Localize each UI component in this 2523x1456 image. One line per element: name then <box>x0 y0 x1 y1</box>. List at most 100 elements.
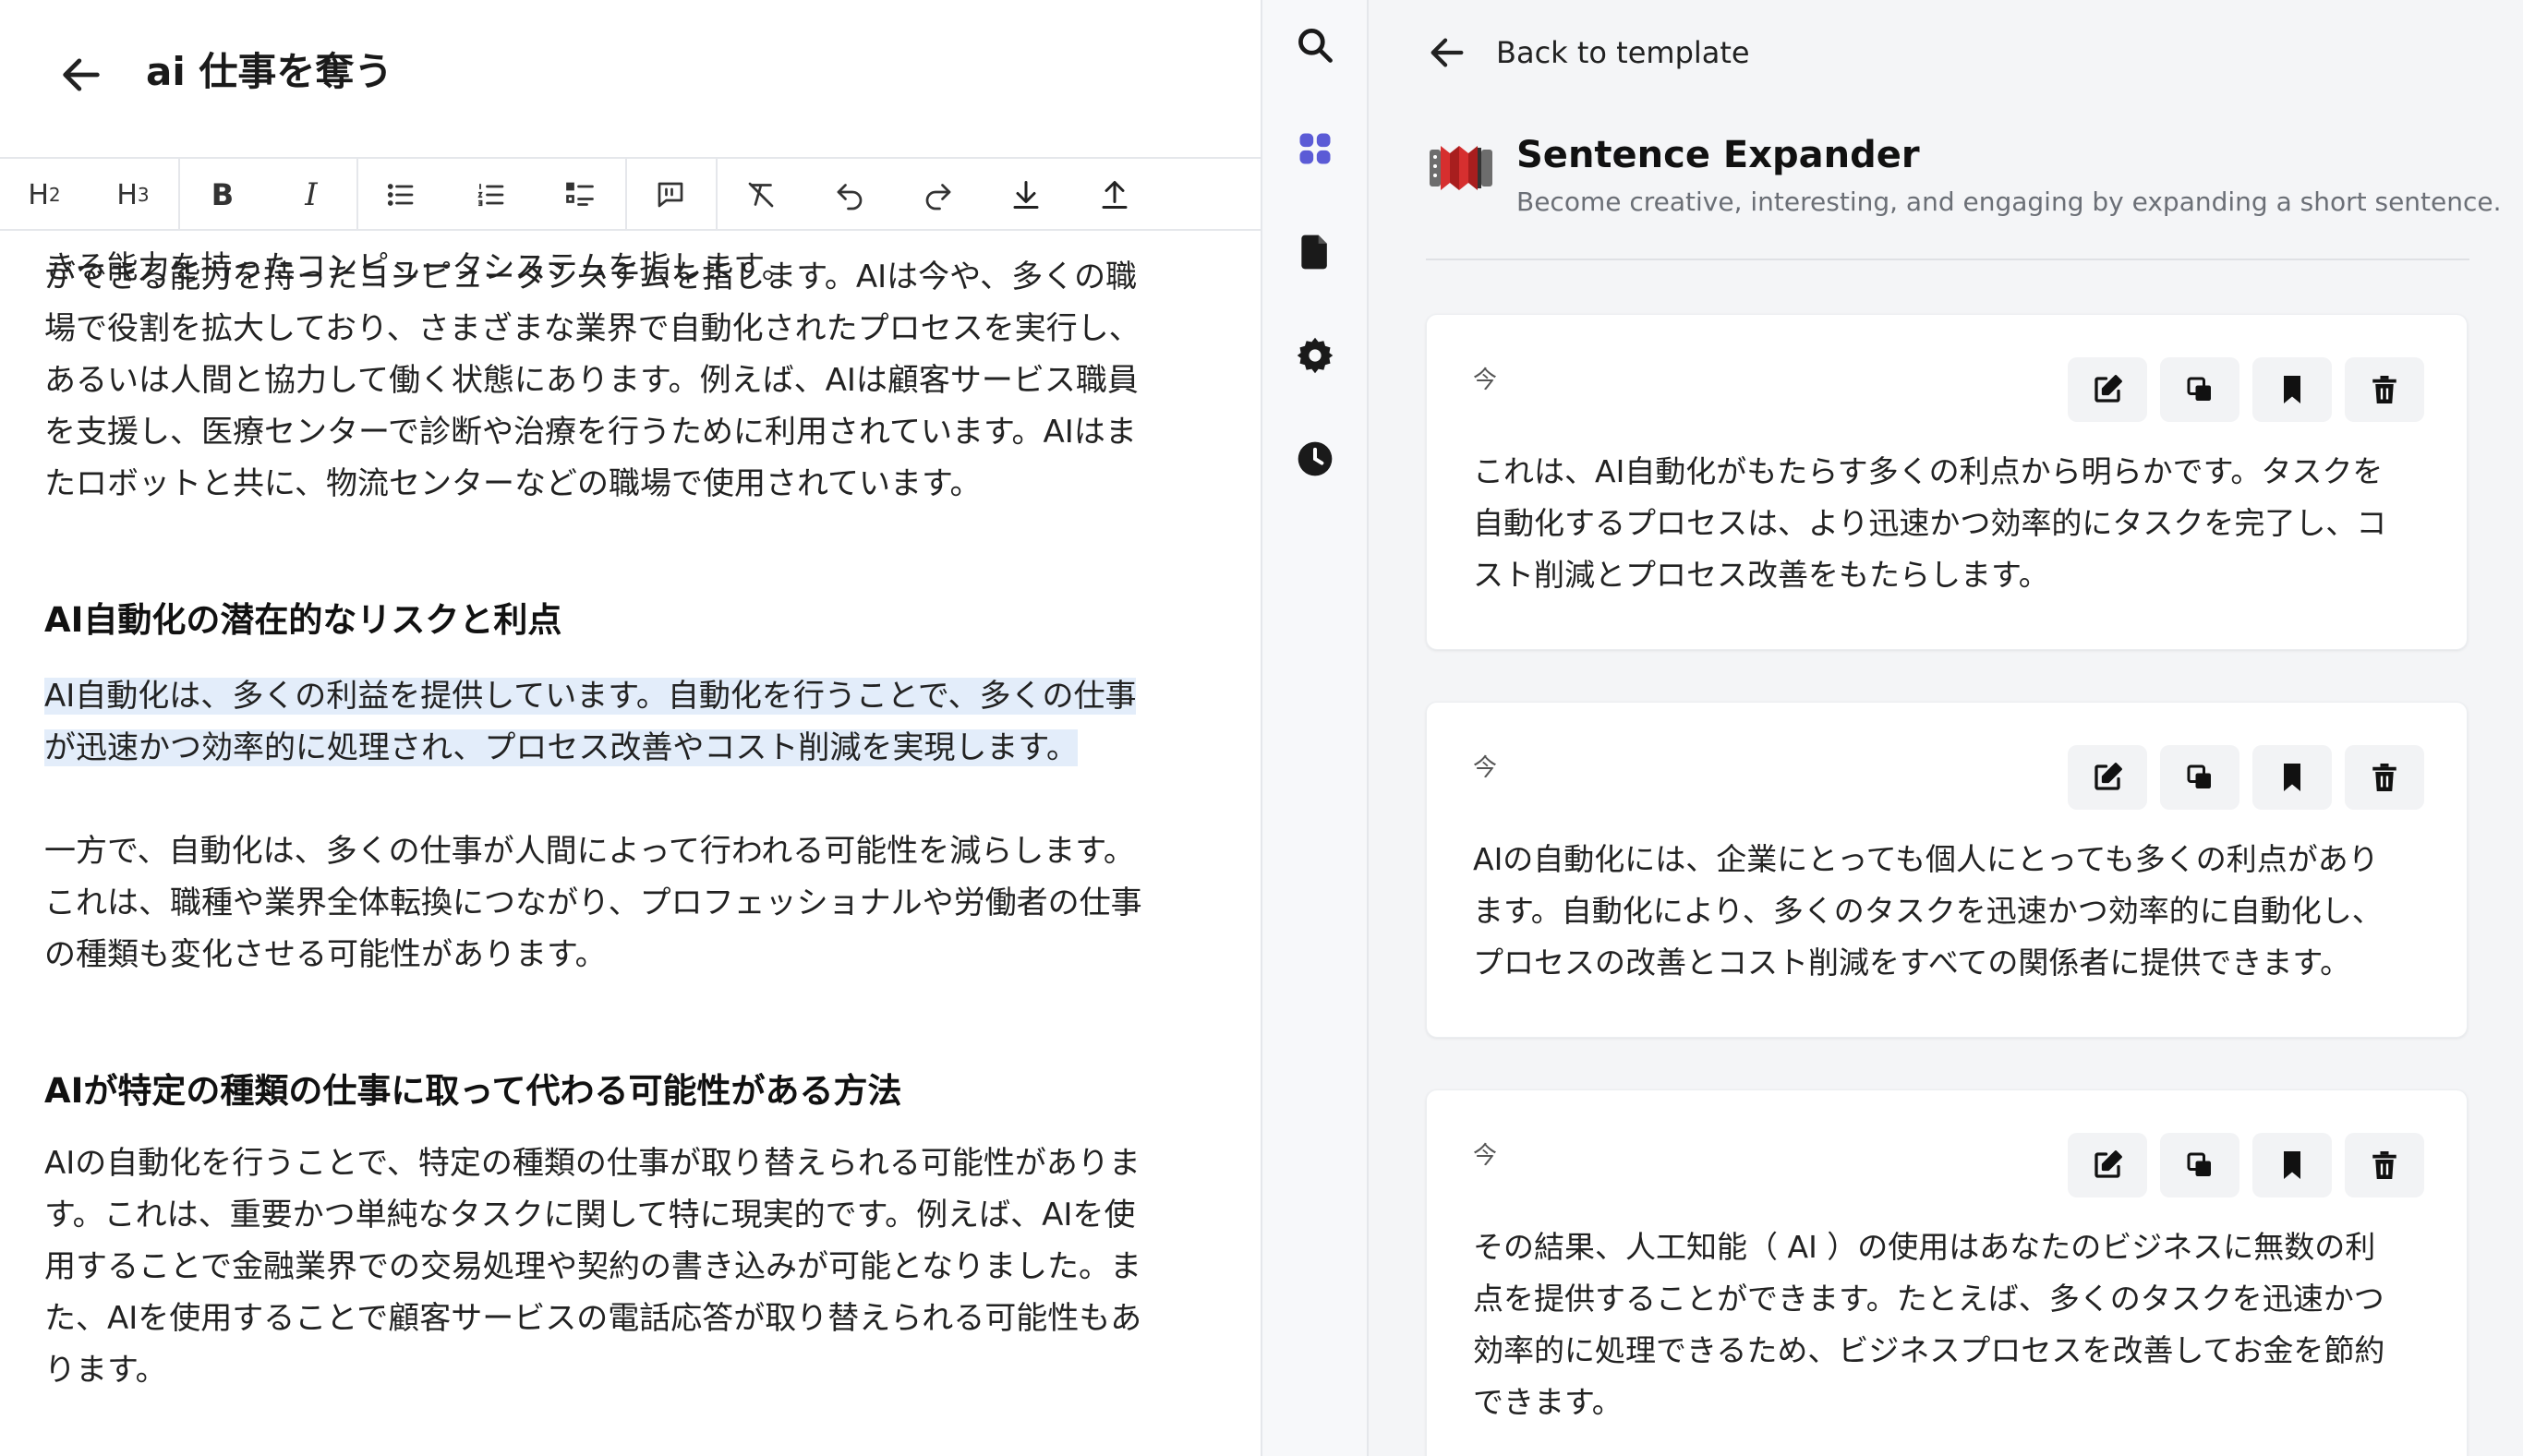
result-text[interactable]: これは、AI自動化がもたらす多くの利点から明らかです。タスクを 自動化するプロセ… <box>1473 446 2424 601</box>
comment-button[interactable] <box>635 168 706 222</box>
edit-button[interactable] <box>2068 745 2147 810</box>
text-line: できます。 <box>1473 1384 1623 1420</box>
text-line: たロボットと共に、物流センターなどの職場で使用されています。 <box>44 465 982 502</box>
copy-button[interactable] <box>2160 357 2239 422</box>
numbered-list-button[interactable] <box>456 168 526 222</box>
text-line: ができる能力を持ったコンピュータシステムを指します。AIは今や、多くの職 <box>44 259 1138 295</box>
history-button[interactable] <box>1292 436 1338 482</box>
text-line: プロセスの改善とコスト削減をすべての関係者に提供できます。 <box>1473 945 2351 981</box>
heading-3-label: H <box>116 178 138 211</box>
bullet-list-icon <box>387 184 414 206</box>
comment-icon <box>658 182 683 208</box>
result-timestamp: 今 <box>1473 1142 1498 1170</box>
trash-icon <box>2372 376 2396 403</box>
heading-3-button[interactable]: H3 <box>98 168 168 222</box>
bold-label: B <box>211 177 235 212</box>
back-arrow-icon[interactable] <box>57 51 105 99</box>
text-line: を支援し、医療センターで診断や治療を行うために利用されています。AIはま <box>44 414 1137 451</box>
text-line: 場で役割を拡大しており、さまざまな業界で自動化されたプロセスを実行し、 <box>44 310 1141 347</box>
upload-button[interactable] <box>1080 168 1150 222</box>
result-timestamp: 今 <box>1473 754 1498 782</box>
template-title: Sentence Expander <box>1516 134 1920 176</box>
bookmark-button[interactable] <box>2252 1133 2332 1197</box>
text-line: す。これは、重要かつ単純なタスクに関して特に現実的です。例えば、AIを使 <box>44 1197 1136 1233</box>
delete-button[interactable] <box>2345 745 2424 810</box>
formatting-toolbar: H2 H3 B I <box>0 157 1261 231</box>
edit-icon <box>2094 1150 2122 1178</box>
text-line: た、AIを使用することで顧客サービスの電話応答が取り替えられる可能性もあ <box>44 1300 1142 1337</box>
back-arrow-icon <box>1431 38 1464 67</box>
italic-label: I <box>305 176 318 213</box>
upload-icon <box>1102 181 1128 209</box>
toolbar-divider <box>178 159 180 231</box>
bookmark-button[interactable] <box>2252 745 2332 810</box>
undo-button[interactable] <box>815 168 885 222</box>
result-card: 今 これは、AI自動化がもたらす多くの利点から明らかです。タスクを 自動化するプ… <box>1426 314 2468 650</box>
text-line: AIの自動化には、企業にとっても個人にとっても多くの利点があり <box>1473 841 2379 877</box>
numbered-list-icon <box>477 183 504 207</box>
trash-icon <box>2372 1151 2396 1179</box>
paragraph-intro[interactable]: ができる能力を持ったコンピュータシステムを指します。AIは今や、多くの職 場で役… <box>44 251 1217 510</box>
paragraph-benefits-selected[interactable]: AI自動化は、多くの利益を提供しています。自動化を行うことで、多くの仕事 が迅速… <box>44 670 1217 774</box>
delete-button[interactable] <box>2345 357 2424 422</box>
text-line: 自動化するプロセスは、より迅速かつ効率的にタスクを完了し、コ <box>1473 505 2387 541</box>
checklist-icon <box>566 182 594 206</box>
trash-icon <box>2372 764 2396 791</box>
history-icon <box>1298 441 1333 476</box>
result-card: 今 AIの自動化には、企業にとっても個人にとっても多くの利点があり ます。自動化… <box>1426 702 2468 1038</box>
heading-risks-benefits[interactable]: AI自動化の潜在的なリスクと利点 <box>44 595 1217 646</box>
redo-button[interactable] <box>903 168 973 222</box>
clear-format-button[interactable] <box>726 168 796 222</box>
italic-button[interactable]: I <box>276 168 346 222</box>
text-line: スト削減とプロセス改善をもたらします。 <box>1473 557 2049 593</box>
edit-icon <box>2094 375 2122 403</box>
copy-icon <box>2187 1152 2211 1176</box>
selected-text-line: が迅速かつ効率的に処理され、プロセス改善やコスト削減を実現します。 <box>44 729 1078 766</box>
editor-content[interactable]: 人工知能（AI）は、コンピュータプログラムを使用して決定や判断を行うことができる… <box>0 198 1261 1456</box>
text-line: 点を提供することができます。たとえば、多くのタスクを迅速かつ <box>1473 1281 2384 1317</box>
heading-replace-jobs[interactable]: AIが特定の種類の仕事に取って代わる可能性がある方法 <box>44 1065 1217 1117</box>
edit-button[interactable] <box>2068 357 2147 422</box>
divider <box>1426 259 2469 260</box>
heading-2-sub: 2 <box>48 184 61 206</box>
bookmark-icon <box>2284 376 2300 403</box>
template-panel: Back to template Sentence Expander Becom… <box>1369 0 2523 1456</box>
search-button[interactable] <box>1292 22 1338 68</box>
apps-icon <box>1299 133 1331 164</box>
text-line: これは、AI自動化がもたらす多くの利点から明らかです。タスクを <box>1473 453 2384 489</box>
copy-button[interactable] <box>2160 745 2239 810</box>
editor-header: ai 仕事を奪う <box>0 0 1261 157</box>
documents-button[interactable] <box>1292 229 1338 275</box>
text-line: 一方で、自動化は、多くの仕事が人間によって行われる可能性を減らします。 <box>44 833 1135 870</box>
delete-button[interactable] <box>2345 1133 2424 1197</box>
template-description: Become creative, interesting, and engagi… <box>1516 187 2502 217</box>
settings-button[interactable] <box>1292 332 1338 379</box>
paragraph-downside[interactable]: 一方で、自動化は、多くの仕事が人間によって行われる可能性を減らします。 これは、… <box>44 825 1217 981</box>
text-line: あるいは人間と協力して働く状態にあります。例えば、AIは顧客サービス職員 <box>44 362 1139 399</box>
document-title[interactable]: ai 仕事を奪う <box>146 44 392 100</box>
selected-text-line: AI自動化は、多くの利益を提供しています。自動化を行うことで、多くの仕事 <box>44 678 1137 715</box>
result-actions <box>2068 1133 2424 1197</box>
result-timestamp: 今 <box>1473 367 1498 394</box>
bullet-list-button[interactable] <box>366 168 436 222</box>
edit-button[interactable] <box>2068 1133 2147 1197</box>
text-line: その結果、人工知能（ AI ）の使用はあなたのビジネスに無数の利 <box>1473 1229 2376 1265</box>
toolbar-divider <box>716 159 718 231</box>
copy-button[interactable] <box>2160 1133 2239 1197</box>
heading-2-button[interactable]: H2 <box>9 168 79 222</box>
clear-format-icon <box>748 182 774 208</box>
checklist-button[interactable] <box>545 168 615 222</box>
accordion-icon <box>1426 137 1496 198</box>
heading-3-sub: 3 <box>137 184 150 206</box>
templates-button[interactable] <box>1292 126 1338 172</box>
result-text[interactable]: AIの自動化には、企業にとっても個人にとっても多くの利点があり ます。自動化によ… <box>1473 834 2424 989</box>
paragraph-replace-jobs[interactable]: AIの自動化を行うことで、特定の種類の仕事が取り替えられる可能性がありま す。こ… <box>44 1137 1217 1396</box>
bold-button[interactable]: B <box>187 168 258 222</box>
result-text[interactable]: その結果、人工知能（ AI ）の使用はあなたのビジネスに無数の利 点を提供するこ… <box>1473 1221 2424 1428</box>
back-to-template-button[interactable]: Back to template <box>1426 30 1750 76</box>
result-actions <box>2068 357 2424 422</box>
text-line: 用することで金融業界での交易処理や契約の書き込みが可能となりました。ま <box>44 1248 1141 1285</box>
download-button[interactable] <box>991 168 1061 222</box>
toolbar-divider <box>356 159 358 231</box>
bookmark-button[interactable] <box>2252 357 2332 422</box>
